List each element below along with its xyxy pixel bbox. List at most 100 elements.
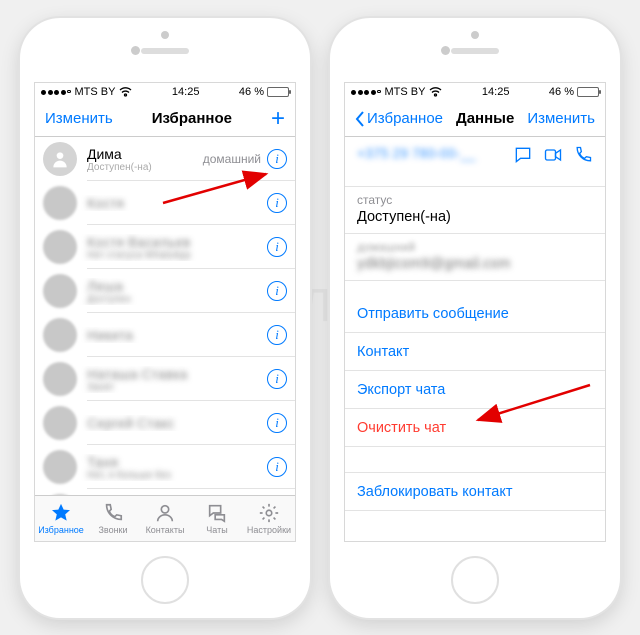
- favorite-name: Костя Васильев: [87, 234, 267, 250]
- clock-label: 14:25: [482, 86, 510, 98]
- info-icon[interactable]: i: [267, 281, 287, 301]
- front-camera: [161, 31, 169, 39]
- favorite-row[interactable]: Никитаi: [35, 313, 295, 357]
- favorite-name: Костя: [87, 195, 267, 211]
- favorite-row[interactable]: ЛешаДоступенi: [35, 269, 295, 313]
- tab-bar: Избранное Звонки Контакты Чаты Настройки: [35, 495, 295, 541]
- tab-label: Настройки: [247, 525, 291, 535]
- favorite-name: Дима: [87, 146, 203, 162]
- action-send-message[interactable]: Отправить сообщение: [345, 295, 605, 333]
- tab-contacts[interactable]: Контакты: [139, 496, 191, 541]
- screen-right: MTS BY 14:25 46 % Избранное Данные Измен…: [344, 82, 606, 542]
- wifi-icon: [429, 87, 442, 97]
- action-block-contact[interactable]: Заблокировать контакт: [345, 473, 605, 511]
- chat-icon[interactable]: [513, 145, 533, 165]
- gear-icon: [258, 502, 280, 524]
- tab-favorites[interactable]: Избранное: [35, 496, 87, 541]
- avatar: [43, 318, 77, 352]
- info-icon[interactable]: i: [267, 369, 287, 389]
- person-icon: [154, 502, 176, 524]
- clock-label: 14:25: [172, 86, 200, 98]
- earpiece-speaker: [141, 48, 189, 54]
- favorite-name: Никита: [87, 327, 267, 343]
- phone-frame-right: MTS BY 14:25 46 % Избранное Данные Измен…: [330, 18, 620, 618]
- favorite-row[interactable]: Костя ВасильевНет статуса WhatsAppi: [35, 225, 295, 269]
- tab-label: Контакты: [146, 525, 185, 535]
- nav-bar: Избранное Данные Изменить: [345, 101, 605, 137]
- favorite-row[interactable]: Костяi: [35, 181, 295, 225]
- tab-label: Чаты: [206, 525, 227, 535]
- favorite-name: Таня: [87, 454, 267, 470]
- phone-icon: [102, 502, 124, 524]
- tab-label: Избранное: [38, 525, 84, 535]
- signal-dots-icon: [41, 90, 71, 95]
- screen-left: MTS BY 14:25 46 % Изменить Избранное + Д…: [34, 82, 296, 542]
- signal-dots-icon: [351, 90, 381, 95]
- avatar: [43, 406, 77, 440]
- star-icon: [50, 502, 72, 524]
- favorite-subtitle: Доступен(-на): [87, 162, 203, 173]
- favorite-row[interactable]: Сергей Стаксi: [35, 401, 295, 445]
- favorite-name: Сергей Стакс: [87, 415, 267, 431]
- back-button[interactable]: Избранное: [355, 110, 443, 127]
- page-title: Избранное: [152, 110, 232, 127]
- carrier-label: MTS BY: [75, 86, 116, 98]
- favorite-subtitle: Доступен: [87, 294, 267, 305]
- favorite-row[interactable]: Наташа СтавкаЗанятi: [35, 357, 295, 401]
- chats-icon: [206, 502, 228, 524]
- battery-pct-label: 46 %: [239, 86, 264, 98]
- video-icon[interactable]: [543, 145, 563, 165]
- favorite-row[interactable]: ТаняНет, я больше безi: [35, 445, 295, 489]
- tab-calls[interactable]: Звонки: [87, 496, 139, 541]
- info-icon[interactable]: i: [267, 325, 287, 345]
- edit-button[interactable]: Изменить: [527, 110, 595, 127]
- info-icon[interactable]: i: [267, 237, 287, 257]
- call-icon[interactable]: [573, 145, 593, 165]
- home-button[interactable]: [451, 556, 499, 604]
- status-bar: MTS BY 14:25 46 %: [345, 83, 605, 101]
- contact-header: +375 29 780-00-__: [345, 137, 605, 187]
- info-icon[interactable]: i: [267, 149, 287, 169]
- bezel-top: [20, 18, 310, 80]
- field-label-blurred: домашний: [357, 240, 593, 254]
- favorite-subtitle: Занят: [87, 382, 267, 393]
- action-contact[interactable]: Контакт: [345, 333, 605, 371]
- avatar: [43, 362, 77, 396]
- carrier-label: MTS BY: [385, 86, 426, 98]
- favorite-subtitle: Нет статуса WhatsApp: [87, 250, 267, 261]
- battery-icon: [577, 87, 599, 97]
- tab-chats[interactable]: Чаты: [191, 496, 243, 541]
- avatar: [43, 142, 77, 176]
- avatar: [43, 274, 77, 308]
- tab-label: Звонки: [98, 525, 127, 535]
- status-bar: MTS BY 14:25 46 %: [35, 83, 295, 101]
- action-list: Отправить сообщение Контакт Экспорт чата…: [345, 295, 605, 511]
- info-icon[interactable]: i: [267, 193, 287, 213]
- bezel-top: [330, 18, 620, 80]
- action-clear-chat[interactable]: Очистить чат: [345, 409, 605, 447]
- front-camera: [471, 31, 479, 39]
- proximity-sensor: [441, 46, 450, 55]
- earpiece-speaker: [451, 48, 499, 54]
- action-separator: [345, 447, 605, 473]
- avatar: [43, 186, 77, 220]
- action-export-chat[interactable]: Экспорт чата: [345, 371, 605, 409]
- info-icon[interactable]: i: [267, 457, 287, 477]
- favorite-row[interactable]: ДимаДоступен(-на)домашний i: [35, 137, 295, 181]
- nav-bar: Изменить Избранное +: [35, 101, 295, 137]
- edit-button[interactable]: Изменить: [45, 110, 113, 127]
- field-group: домашний ydkbjicom9@gmail.com: [345, 234, 605, 281]
- contact-phone-blurred: +375 29 780-00-__: [357, 145, 476, 186]
- add-button[interactable]: +: [271, 109, 285, 129]
- favorite-type: домашний: [203, 152, 261, 166]
- home-button[interactable]: [141, 556, 189, 604]
- tab-settings[interactable]: Настройки: [243, 496, 295, 541]
- status-value: Доступен(-на): [357, 209, 593, 225]
- favorites-list: ДимаДоступен(-на)домашнийiКостяiКостя Ва…: [35, 137, 295, 542]
- status-label: статус: [357, 193, 593, 207]
- favorite-name: Леша: [87, 278, 267, 294]
- favorite-subtitle: Нет, я больше без: [87, 470, 267, 481]
- status-group: статус Доступен(-на): [345, 187, 605, 234]
- info-icon[interactable]: i: [267, 413, 287, 433]
- proximity-sensor: [131, 46, 140, 55]
